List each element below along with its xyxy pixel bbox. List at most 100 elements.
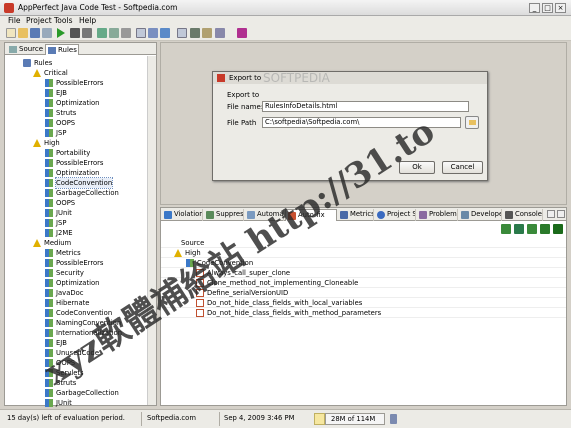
- tree-item[interactable]: PossibleErrors: [45, 258, 103, 268]
- tab-automation[interactable]: Automa: [245, 209, 284, 221]
- menu-tools[interactable]: Tools: [54, 16, 72, 25]
- export-xml-icon[interactable]: [527, 224, 537, 234]
- tab-problem[interactable]: Problem: [417, 209, 458, 221]
- tree-item[interactable]: CodeConvention: [45, 177, 114, 189]
- help-book-icon[interactable]: [237, 28, 247, 38]
- stop-icon[interactable]: [70, 28, 80, 38]
- new-icon[interactable]: [6, 28, 16, 38]
- site-status: Softpedia.com: [147, 414, 196, 422]
- bug-icon[interactable]: [190, 28, 200, 38]
- tree-item[interactable]: NamingConvention: [45, 318, 121, 328]
- minimize-view-icon[interactable]: [547, 210, 555, 218]
- tree-item[interactable]: Security: [45, 268, 84, 278]
- cancel-button[interactable]: Cancel: [442, 161, 483, 174]
- tab-auto-fix[interactable]: Auto-fix: [285, 209, 337, 221]
- tree-group[interactable]: Medium: [33, 238, 71, 248]
- tab-violation[interactable]: Violation: [162, 209, 203, 221]
- open-icon[interactable]: [18, 28, 28, 38]
- window-icon[interactable]: [136, 28, 146, 38]
- pause-icon[interactable]: [82, 28, 92, 38]
- tab-source[interactable]: Source: [7, 44, 43, 55]
- export-html-icon[interactable]: [514, 224, 524, 234]
- export-csv-icon[interactable]: [540, 224, 550, 234]
- close-button[interactable]: ×: [555, 3, 566, 13]
- results-item[interactable]: Do_not_hide_class_fields_with_method_par…: [196, 308, 381, 318]
- tab-console[interactable]: Console: [503, 209, 543, 221]
- menu-help[interactable]: Help: [79, 16, 96, 25]
- maximize-button[interactable]: □: [542, 3, 553, 13]
- tree-scrollbar[interactable]: [147, 56, 156, 405]
- file-name-input[interactable]: RulesInfoDetails.html: [262, 101, 469, 112]
- tree-item[interactable]: EJB: [45, 338, 67, 348]
- tree-item[interactable]: JavaDoc: [45, 288, 84, 298]
- garbage-collect-icon[interactable]: [390, 414, 397, 424]
- tree-item[interactable]: Struts: [45, 378, 76, 388]
- tree-item[interactable]: JUnit: [45, 398, 72, 408]
- export-excel-icon[interactable]: [501, 224, 511, 234]
- info-icon[interactable]: [160, 28, 170, 38]
- status-bar: 15 day(s) left of evaluation period. Sof…: [0, 409, 571, 428]
- tree-item[interactable]: J2ME: [45, 228, 73, 238]
- tree-item[interactable]: EJB: [45, 88, 67, 98]
- tree-item[interactable]: OOPS: [45, 358, 75, 368]
- tree-item[interactable]: CodeConvention: [45, 308, 112, 318]
- tree-item[interactable]: PossibleErrors: [45, 78, 103, 88]
- results-item[interactable]: Always_call_super_clone: [196, 268, 290, 278]
- tree-item[interactable]: Servlets: [45, 368, 84, 378]
- tab-label: Violation: [174, 210, 203, 218]
- tree-group[interactable]: Critical: [33, 68, 68, 78]
- tab-rules[interactable]: Rules: [45, 44, 79, 55]
- tree-item[interactable]: JUnit: [45, 208, 72, 218]
- results-group-node[interactable]: CodeConvention: [186, 258, 253, 268]
- tree-item[interactable]: GarbageCollection: [45, 188, 119, 198]
- report-icon[interactable]: [148, 28, 158, 38]
- export-pdf-icon[interactable]: [553, 224, 563, 234]
- import-icon[interactable]: [109, 28, 119, 38]
- results-high-node[interactable]: High: [174, 248, 201, 258]
- tab-label: Auto-fix: [298, 211, 325, 219]
- results-row[interactable]: [161, 238, 566, 248]
- tree-item[interactable]: GarbageCollection: [45, 388, 119, 398]
- tree-item[interactable]: Portability: [45, 148, 90, 158]
- results-source-node[interactable]: Source: [181, 238, 204, 248]
- tab-project-summary[interactable]: Project S: [375, 209, 416, 221]
- tree-item[interactable]: Optimization: [45, 278, 99, 288]
- menu-file[interactable]: File: [8, 16, 21, 25]
- tab-suppress[interactable]: Suppress: [204, 209, 244, 221]
- tab-developer[interactable]: Develope: [459, 209, 502, 221]
- tree-item[interactable]: Internationalization: [45, 328, 122, 338]
- tools-icon[interactable]: [215, 28, 225, 38]
- tree-item[interactable]: Hibernate: [45, 298, 90, 308]
- tree-item[interactable]: JSP: [45, 218, 66, 228]
- tree-item[interactable]: Optimization: [45, 98, 99, 108]
- rules-icon: [23, 59, 31, 67]
- tree-item[interactable]: Struts: [45, 108, 76, 118]
- browse-button[interactable]: [465, 116, 479, 129]
- tree-item[interactable]: PossibleErrors: [45, 158, 103, 168]
- monitor-icon[interactable]: [177, 28, 187, 38]
- clipboard-icon[interactable]: [202, 28, 212, 38]
- results-row[interactable]: [161, 248, 566, 258]
- settings-icon[interactable]: [121, 28, 131, 38]
- file-path-input[interactable]: C:\softpedia\Softpedia.com\: [262, 117, 461, 128]
- tree-item[interactable]: UnusedCode: [45, 348, 99, 358]
- export-icon[interactable]: [97, 28, 107, 38]
- tree-item[interactable]: Metrics: [45, 248, 81, 258]
- tree-group[interactable]: High: [33, 138, 60, 148]
- ok-button[interactable]: Ok: [399, 161, 435, 174]
- save-icon[interactable]: [30, 28, 40, 38]
- results-item[interactable]: Do_not_hide_class_fields_with_local_vari…: [196, 298, 362, 308]
- tree-item[interactable]: JSP: [45, 128, 66, 138]
- tree-item[interactable]: Optimization: [45, 168, 99, 178]
- minimize-button[interactable]: _: [529, 3, 540, 13]
- results-item[interactable]: Define_serialVersionUID: [196, 288, 288, 298]
- maximize-view-icon[interactable]: [557, 210, 565, 218]
- menu-project[interactable]: Project: [26, 16, 52, 25]
- results-item[interactable]: Clone_method_not_implementing_Cloneable: [196, 278, 358, 288]
- tree-item[interactable]: OOPS: [45, 198, 75, 208]
- tree-item[interactable]: OOPS: [45, 118, 75, 128]
- tree-root-rules[interactable]: Rules: [23, 58, 52, 68]
- properties-icon[interactable]: [42, 28, 52, 38]
- tab-metrics[interactable]: Metrics: [338, 209, 374, 221]
- run-icon[interactable]: [57, 28, 65, 38]
